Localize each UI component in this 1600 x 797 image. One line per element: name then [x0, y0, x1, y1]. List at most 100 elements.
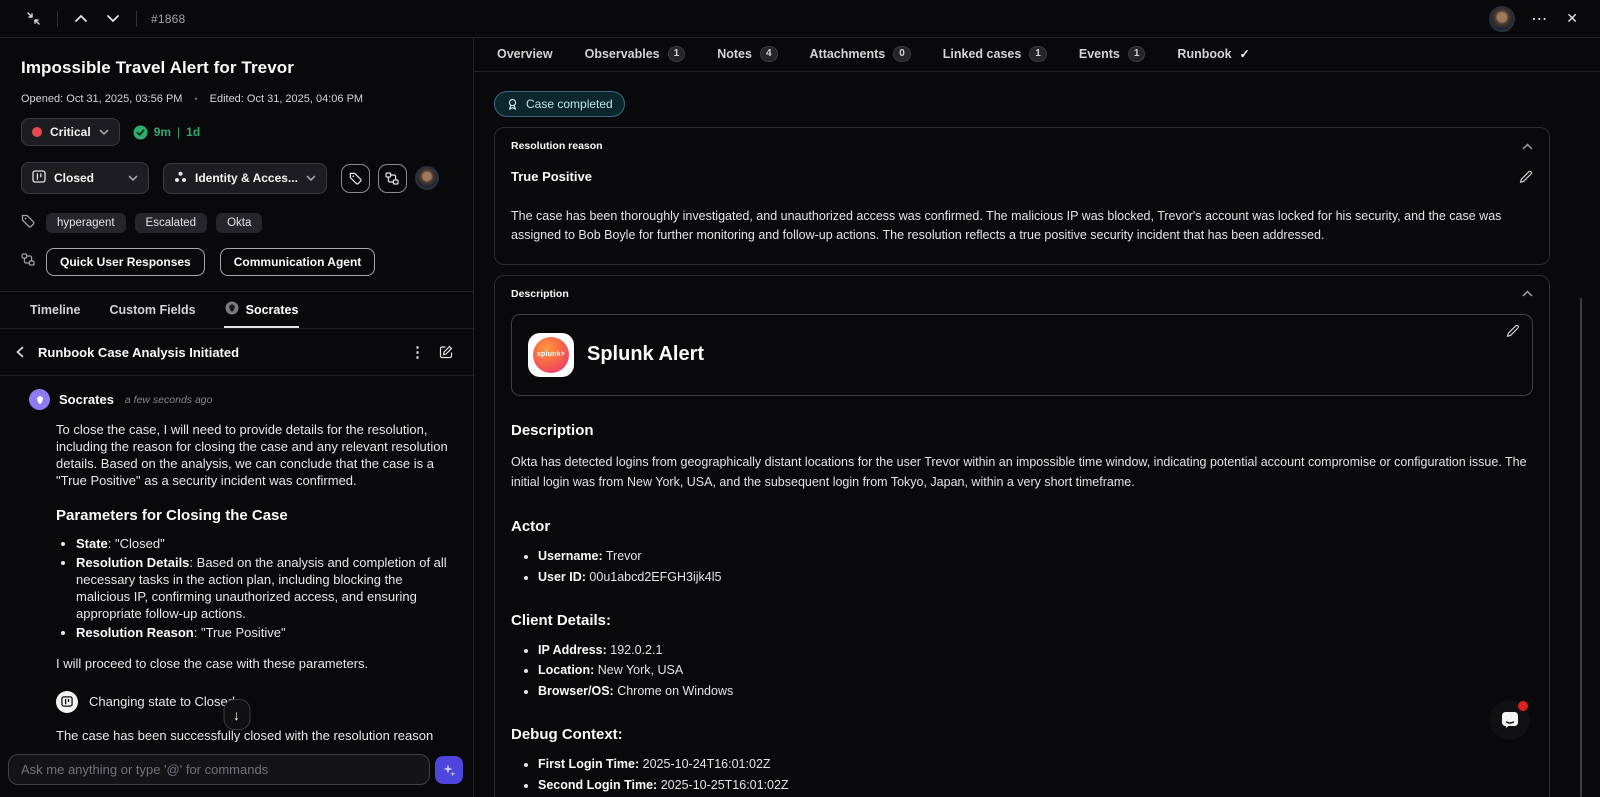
divider: [136, 11, 137, 27]
tab[interactable]: Notes 4: [716, 38, 778, 71]
next-case-chevron-down-icon[interactable]: [104, 12, 122, 25]
thread-header: Runbook Case Analysis Initiated ⋮: [0, 329, 473, 376]
closing-params-list: State: "Closed" Resolution Details: Base…: [56, 536, 449, 641]
thread-more-icon[interactable]: ⋮: [408, 341, 427, 363]
severity-critical-dot-icon: [32, 127, 42, 137]
compose-icon[interactable]: [437, 343, 455, 361]
case-completed-badge: Case completed: [494, 91, 625, 117]
tag-pill[interactable]: hyperagent: [46, 213, 126, 233]
collapse-chevron-up-icon[interactable]: [1522, 290, 1533, 297]
sla-first-value: 9m: [154, 125, 171, 139]
tab[interactable]: Runbook ✓: [1176, 38, 1250, 71]
tab[interactable]: Observables 1: [584, 38, 687, 71]
state-change-icon: [56, 691, 78, 713]
alert-title: Splunk Alert: [587, 343, 704, 366]
list-item: IP Address: 192.0.2.1: [538, 642, 1533, 659]
list-item: Second Login Time: 2025-10-25T16:01:02Z: [538, 777, 1533, 794]
chevron-down-icon: [306, 175, 316, 182]
medal-icon: [506, 98, 519, 111]
tag-pill[interactable]: Escalated: [135, 213, 208, 233]
splunk-alert-header: splunk> Splunk Alert: [511, 314, 1533, 396]
category-dropdown[interactable]: Identity & Acces...: [163, 163, 327, 194]
author-name: Socrates: [59, 392, 114, 407]
chat-transcript: Socrates a few seconds ago To close the …: [0, 376, 473, 742]
edit-pencil-icon[interactable]: [1506, 324, 1520, 338]
sla-timer: 9m | 1d: [133, 125, 200, 140]
close-icon[interactable]: ✕: [1564, 8, 1580, 29]
edit-pencil-icon[interactable]: [1519, 170, 1533, 184]
chat-message: To close the case, I will need to provid…: [56, 421, 449, 490]
chat-bubble-icon: [1499, 709, 1521, 731]
tab[interactable]: Overview: [496, 38, 554, 71]
list-item: Resolution Details: Based on the analysi…: [76, 555, 449, 623]
prev-case-chevron-up-icon[interactable]: [72, 12, 90, 25]
assignee-avatar[interactable]: [415, 166, 439, 190]
tab-custom-fields[interactable]: Custom Fields: [108, 292, 196, 328]
state-value: Closed: [54, 171, 94, 185]
back-chevron-left-icon[interactable]: [14, 344, 26, 360]
tab-socrates[interactable]: Socrates: [224, 292, 300, 328]
quick-user-responses-button[interactable]: Quick User Responses: [46, 248, 205, 276]
section-heading: Description: [511, 422, 1533, 439]
chevron-down-icon: [99, 129, 109, 136]
socrates-icon: [225, 301, 239, 318]
list-item: State: "Closed": [76, 536, 449, 553]
case-number: #1868: [151, 12, 185, 26]
state-dropdown[interactable]: Closed: [21, 162, 149, 194]
case-sidebar: Impossible Travel Alert for Trevor Opene…: [0, 38, 474, 797]
kanban-board-icon: [32, 170, 46, 186]
section-heading: Actor: [511, 518, 1533, 535]
divider: [57, 11, 58, 27]
client-details-list: IP Address: 192.0.2.1 Location: New York,…: [511, 642, 1533, 701]
notification-dot: [1518, 701, 1528, 711]
card-title: Description: [511, 288, 569, 300]
sla-second-value: 1d: [186, 125, 200, 139]
list-item: Location: New York, USA: [538, 662, 1533, 679]
case-main: Overview Observables 1 Notes 4: [474, 38, 1600, 797]
count-badge: 1: [1029, 46, 1047, 62]
case-title: Impossible Travel Alert for Trevor: [21, 58, 457, 78]
collapse-icon[interactable]: [24, 9, 43, 28]
tab[interactable]: Events 1: [1078, 38, 1147, 71]
count-badge: 1: [1128, 46, 1146, 62]
check-circle-icon: [133, 125, 148, 140]
meta-separator: •: [194, 94, 197, 104]
list-item: Browser/OS: Chrome on Windows: [538, 683, 1533, 700]
tag-button[interactable]: [341, 164, 370, 193]
tag-pill[interactable]: Okta: [216, 213, 262, 233]
card-title: Resolution reason: [511, 140, 603, 152]
list-item: Username: Trevor: [538, 548, 1533, 565]
chat-message: I will proceed to close the case with th…: [56, 655, 449, 672]
thread-title: Runbook Case Analysis Initiated: [38, 345, 408, 360]
chevron-down-icon: [128, 175, 138, 182]
support-chat-launcher[interactable]: [1490, 700, 1530, 740]
category-icon: [174, 171, 187, 186]
list-item: Resolution Reason: "True Positive": [76, 625, 449, 642]
tab-timeline[interactable]: Timeline: [29, 292, 81, 328]
splunk-logo-icon: splunk>: [528, 333, 574, 377]
edited-timestamp: Edited: Oct 31, 2025, 04:06 PM: [210, 93, 363, 105]
scroll-to-bottom-button[interactable]: ↓: [223, 699, 250, 730]
user-avatar[interactable]: [1489, 6, 1515, 32]
resolution-body: The case has been thoroughly investigate…: [511, 207, 1533, 246]
ask-input[interactable]: [8, 754, 430, 785]
collapse-chevron-up-icon[interactable]: [1522, 143, 1533, 150]
resolution-value: True Positive: [511, 169, 592, 184]
severity-dropdown[interactable]: Critical: [21, 118, 120, 146]
workflow-button[interactable]: [378, 164, 407, 193]
debug-context-list: First Login Time: 2025-10-24T16:01:02ZSe…: [511, 756, 1533, 797]
list-item: User ID: 00u1abcd2EFGH3ijk4l5: [538, 569, 1533, 586]
tag-pill-list: hyperagent Escalated Okta: [46, 213, 262, 233]
tab[interactable]: Attachments 0: [809, 38, 912, 71]
message-timestamp: a few seconds ago: [125, 394, 213, 406]
check-icon: ✓: [1240, 47, 1250, 61]
ai-send-button[interactable]: [435, 756, 463, 784]
chat-message: The case has been successfully closed wi…: [56, 727, 449, 742]
overview-content: Case completed Resolution reason True Po…: [474, 72, 1600, 797]
communication-agent-button[interactable]: Communication Agent: [220, 248, 376, 276]
status-update: Changing state to Closed: [56, 691, 449, 713]
scrollbar-thumb[interactable]: [1580, 298, 1582, 797]
tab[interactable]: Linked cases 1: [942, 38, 1048, 71]
count-badge: 4: [760, 46, 778, 62]
more-menu-icon[interactable]: ⋯: [1529, 7, 1550, 31]
